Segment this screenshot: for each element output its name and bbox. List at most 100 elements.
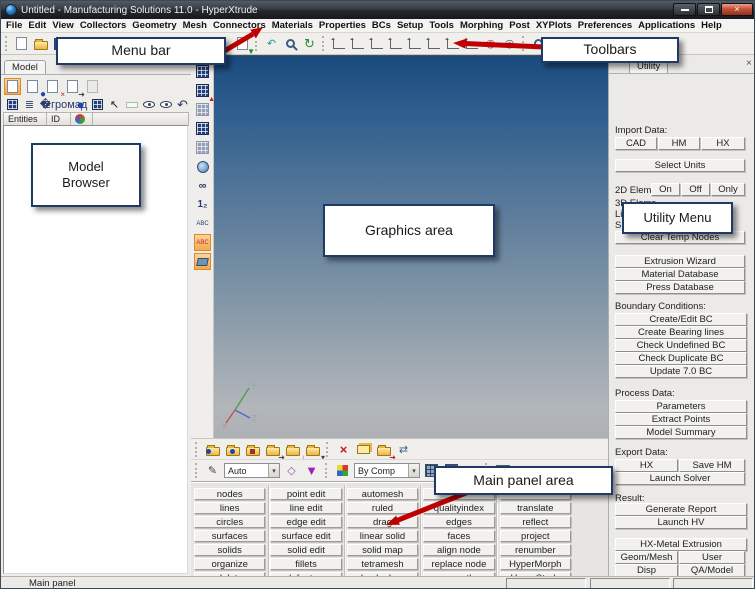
- tab-model[interactable]: Model: [4, 60, 46, 74]
- material-database-button[interactable]: Material Database: [615, 268, 745, 281]
- toolbar-drag-handle[interactable]: [325, 463, 329, 478]
- property-icon[interactable]: [89, 96, 106, 113]
- panel-line-edit[interactable]: line edit: [270, 502, 341, 514]
- extract-points-button[interactable]: Extract Points: [615, 413, 747, 426]
- view-orientation-icon[interactable]: [368, 35, 385, 52]
- panel-replace-node[interactable]: replace node: [423, 558, 494, 570]
- menu-bcs[interactable]: BCs: [369, 20, 394, 31]
- load-collector-icon[interactable]: ↓: [284, 441, 301, 458]
- panel-reflect[interactable]: reflect: [500, 516, 571, 528]
- menu-tools[interactable]: Tools: [426, 20, 457, 31]
- color-mode-combo[interactable]: By Comp ▾: [354, 463, 420, 478]
- element-display-icon[interactable]: ▼: [303, 462, 320, 479]
- view-orientation-icon[interactable]: [387, 35, 404, 52]
- hx-metal-extrusion-button[interactable]: HX-Metal Extrusion: [615, 538, 747, 551]
- material-collector-icon[interactable]: [244, 441, 261, 458]
- open-model-icon[interactable]: [204, 441, 221, 458]
- panel-edge-edit[interactable]: edge edit: [270, 516, 341, 528]
- geometry-display-combo[interactable]: Auto ▾: [224, 463, 280, 478]
- view-orientation-icon[interactable]: [425, 35, 442, 52]
- edit-entity-icon[interactable]: ➜: [64, 78, 81, 95]
- parameters-button[interactable]: Parameters: [615, 400, 747, 413]
- mask-adjacent-icon[interactable]: [194, 139, 211, 156]
- panel-solid-edit[interactable]: solid edit: [270, 544, 341, 556]
- elems-2d-off-button[interactable]: Off: [681, 183, 710, 196]
- panel-linear-solid[interactable]: linear solid: [347, 530, 418, 542]
- view-orientation-icon[interactable]: [444, 35, 461, 52]
- mask-icon[interactable]: [194, 63, 211, 80]
- show-hide-icon[interactable]: [140, 96, 157, 113]
- open-file-icon[interactable]: [32, 35, 49, 52]
- select-units-button[interactable]: Select Units: [615, 159, 745, 172]
- press-database-button[interactable]: Press Database: [615, 281, 745, 294]
- panel-qualityindex[interactable]: qualityindex: [423, 502, 494, 514]
- view-orientation-icon[interactable]: [463, 35, 480, 52]
- view-orientation-icon[interactable]: [406, 35, 423, 52]
- panel-circles[interactable]: circles: [194, 516, 265, 528]
- include-column-icon[interactable]: [71, 112, 93, 126]
- import-cad-button[interactable]: CAD: [615, 137, 657, 150]
- panel-surface-edit[interactable]: surface edit: [270, 530, 341, 542]
- isolate-icon[interactable]: [157, 96, 174, 113]
- panel-close-icon[interactable]: ×: [746, 59, 752, 69]
- import-icon[interactable]: ▼: [234, 35, 251, 52]
- create-edit-bc-button[interactable]: Create/Edit BC: [615, 313, 747, 326]
- panel-edges[interactable]: edges: [423, 516, 494, 528]
- panel-solid-map[interactable]: solid map: [347, 544, 418, 556]
- organize-layers-icon[interactable]: [355, 441, 372, 458]
- abc-label-icon[interactable]: ABC: [194, 215, 211, 232]
- panel-solids[interactable]: solids: [194, 544, 265, 556]
- panel-tetramesh[interactable]: tetramesh: [347, 558, 418, 570]
- shaded-geometry-icon[interactable]: ◇: [283, 462, 300, 479]
- menu-mesh[interactable]: Mesh: [180, 20, 210, 31]
- panel-organize[interactable]: organize: [194, 558, 265, 570]
- menu-view[interactable]: View: [49, 20, 76, 31]
- create-entity-icon[interactable]: [4, 78, 21, 95]
- toolbar-drag-handle[interactable]: [326, 442, 330, 457]
- save-hm-button[interactable]: Save HM: [679, 459, 745, 472]
- abc-arrow-icon[interactable]: ABC: [194, 234, 211, 251]
- zoom-tool-icon[interactable]: [282, 35, 299, 52]
- material-icon[interactable]: ●: [72, 96, 89, 113]
- menu-edit[interactable]: Edit: [25, 20, 49, 31]
- column-entities[interactable]: Entities: [3, 112, 47, 126]
- panel-ruled[interactable]: ruled: [347, 502, 418, 514]
- find-binoculars-icon[interactable]: ∞: [194, 177, 211, 194]
- chevron-down-icon[interactable]: ▾: [268, 464, 279, 477]
- elems-2d-on-button[interactable]: On: [651, 183, 680, 196]
- reverse-mask-icon[interactable]: [194, 101, 211, 118]
- component-view-icon[interactable]: [4, 96, 21, 113]
- panel-fillets[interactable]: fillets: [270, 558, 341, 570]
- dynamic-view-icon[interactable]: ◎: [501, 35, 518, 52]
- generate-report-button[interactable]: Generate Report: [615, 503, 747, 516]
- toolbar-drag-handle[interactable]: [5, 36, 9, 51]
- menu-materials[interactable]: Materials: [269, 20, 316, 31]
- delete-icon[interactable]: ×: [335, 441, 352, 458]
- reorder-collector-icon[interactable]: ➜: [375, 441, 392, 458]
- minimize-button[interactable]: [673, 3, 696, 16]
- panel-project[interactable]: project: [500, 530, 571, 542]
- view-orientation-icon[interactable]: [330, 35, 347, 52]
- menu-collectors[interactable]: Collectors: [77, 20, 129, 31]
- property-collector-icon[interactable]: ➜: [264, 441, 281, 458]
- menu-geometry[interactable]: Geometry: [129, 20, 179, 31]
- panel-surfaces[interactable]: surfaces: [194, 530, 265, 542]
- chevron-down-icon[interactable]: ▾: [408, 464, 419, 477]
- expand-list-icon[interactable]: ≣: [21, 96, 38, 113]
- unmask-icon[interactable]: ▲: [194, 82, 211, 99]
- panel-faces[interactable]: faces: [423, 530, 494, 542]
- spherical-clip-icon[interactable]: [194, 158, 211, 175]
- panel-nodes[interactable]: nodes: [194, 488, 265, 500]
- menu-xyplots[interactable]: XYPlots: [533, 20, 575, 31]
- panel-renumber[interactable]: renumber: [500, 544, 571, 556]
- toolbar-drag-handle[interactable]: [195, 463, 199, 478]
- panel-lines[interactable]: lines: [194, 502, 265, 514]
- component-collector-icon[interactable]: [224, 441, 241, 458]
- model-summary-button[interactable]: Model Summary: [615, 426, 747, 439]
- system-collector-icon[interactable]: ▾: [304, 441, 321, 458]
- surface-display-icon[interactable]: [194, 253, 211, 270]
- renumber-icon[interactable]: ⇄: [395, 441, 412, 458]
- rotate-center-icon[interactable]: ◉: [482, 35, 499, 52]
- menu-morphing[interactable]: Morphing: [457, 20, 506, 31]
- undo-icon[interactable]: ↶: [174, 96, 191, 113]
